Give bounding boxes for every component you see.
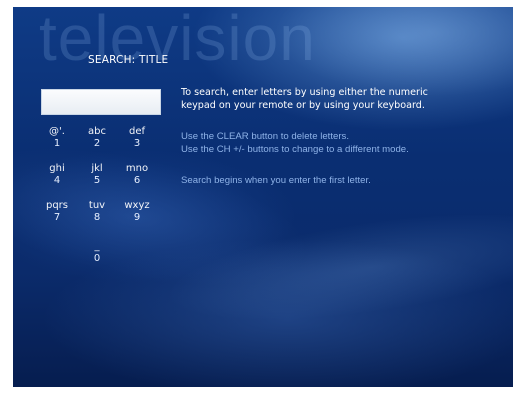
key-letters: ghi [49, 163, 65, 174]
key-5[interactable]: jkl 5 [81, 162, 113, 187]
key-letters: @'. [49, 126, 65, 137]
instruction-primary-line: keypad on your remote or by using your k… [181, 100, 425, 111]
key-digit: 8 [93, 212, 101, 223]
key-letters: tuv [88, 200, 106, 211]
key-digit: 2 [93, 138, 101, 149]
key-8[interactable]: tuv 8 [81, 199, 113, 224]
key-1[interactable]: @'. 1 [41, 125, 73, 150]
instruction-primary-line: To search, enter letters by using either… [181, 87, 428, 98]
key-letters: mno [125, 163, 149, 174]
search-instructions: To search, enter letters by using either… [181, 86, 501, 188]
key-6[interactable]: mno 6 [121, 162, 153, 187]
key-digit: 1 [53, 138, 61, 149]
television-watermark: television [39, 7, 316, 74]
key-letters: pqrs [45, 200, 69, 211]
key-0[interactable]: _ 0 [81, 240, 113, 265]
key-digit: 6 [133, 175, 141, 186]
key-digit: 4 [53, 175, 61, 186]
instruction-clear-line: Use the CLEAR button to delete letters. [181, 131, 349, 142]
key-digit: 5 [93, 175, 101, 186]
key-letters: _ [94, 241, 100, 252]
key-4[interactable]: ghi 4 [41, 162, 73, 187]
search-input[interactable] [41, 89, 161, 115]
instruction-begin-line: Search begins when you enter the first l… [181, 175, 371, 186]
key-digit: 0 [93, 253, 101, 264]
instruction-mode-line: Use the CH +/- buttons to change to a di… [181, 143, 409, 155]
key-letters: abc [88, 126, 106, 137]
key-9[interactable]: wxyz 9 [121, 199, 153, 224]
background-swoosh [158, 193, 513, 341]
key-7[interactable]: pqrs 7 [41, 199, 73, 224]
key-letters: wxyz [124, 200, 150, 211]
key-letters: def [128, 126, 146, 137]
key-letters: jkl [91, 163, 103, 174]
key-digit: 3 [133, 138, 141, 149]
key-3[interactable]: def 3 [121, 125, 153, 150]
page-title: SEARCH: TITLE [88, 54, 169, 66]
key-digit: 9 [133, 212, 141, 223]
key-digit: 7 [53, 212, 61, 223]
key-2[interactable]: abc 2 [81, 125, 113, 150]
media-center-search-screen: television SEARCH: TITLE @'. 1 abc 2 def… [13, 7, 513, 387]
